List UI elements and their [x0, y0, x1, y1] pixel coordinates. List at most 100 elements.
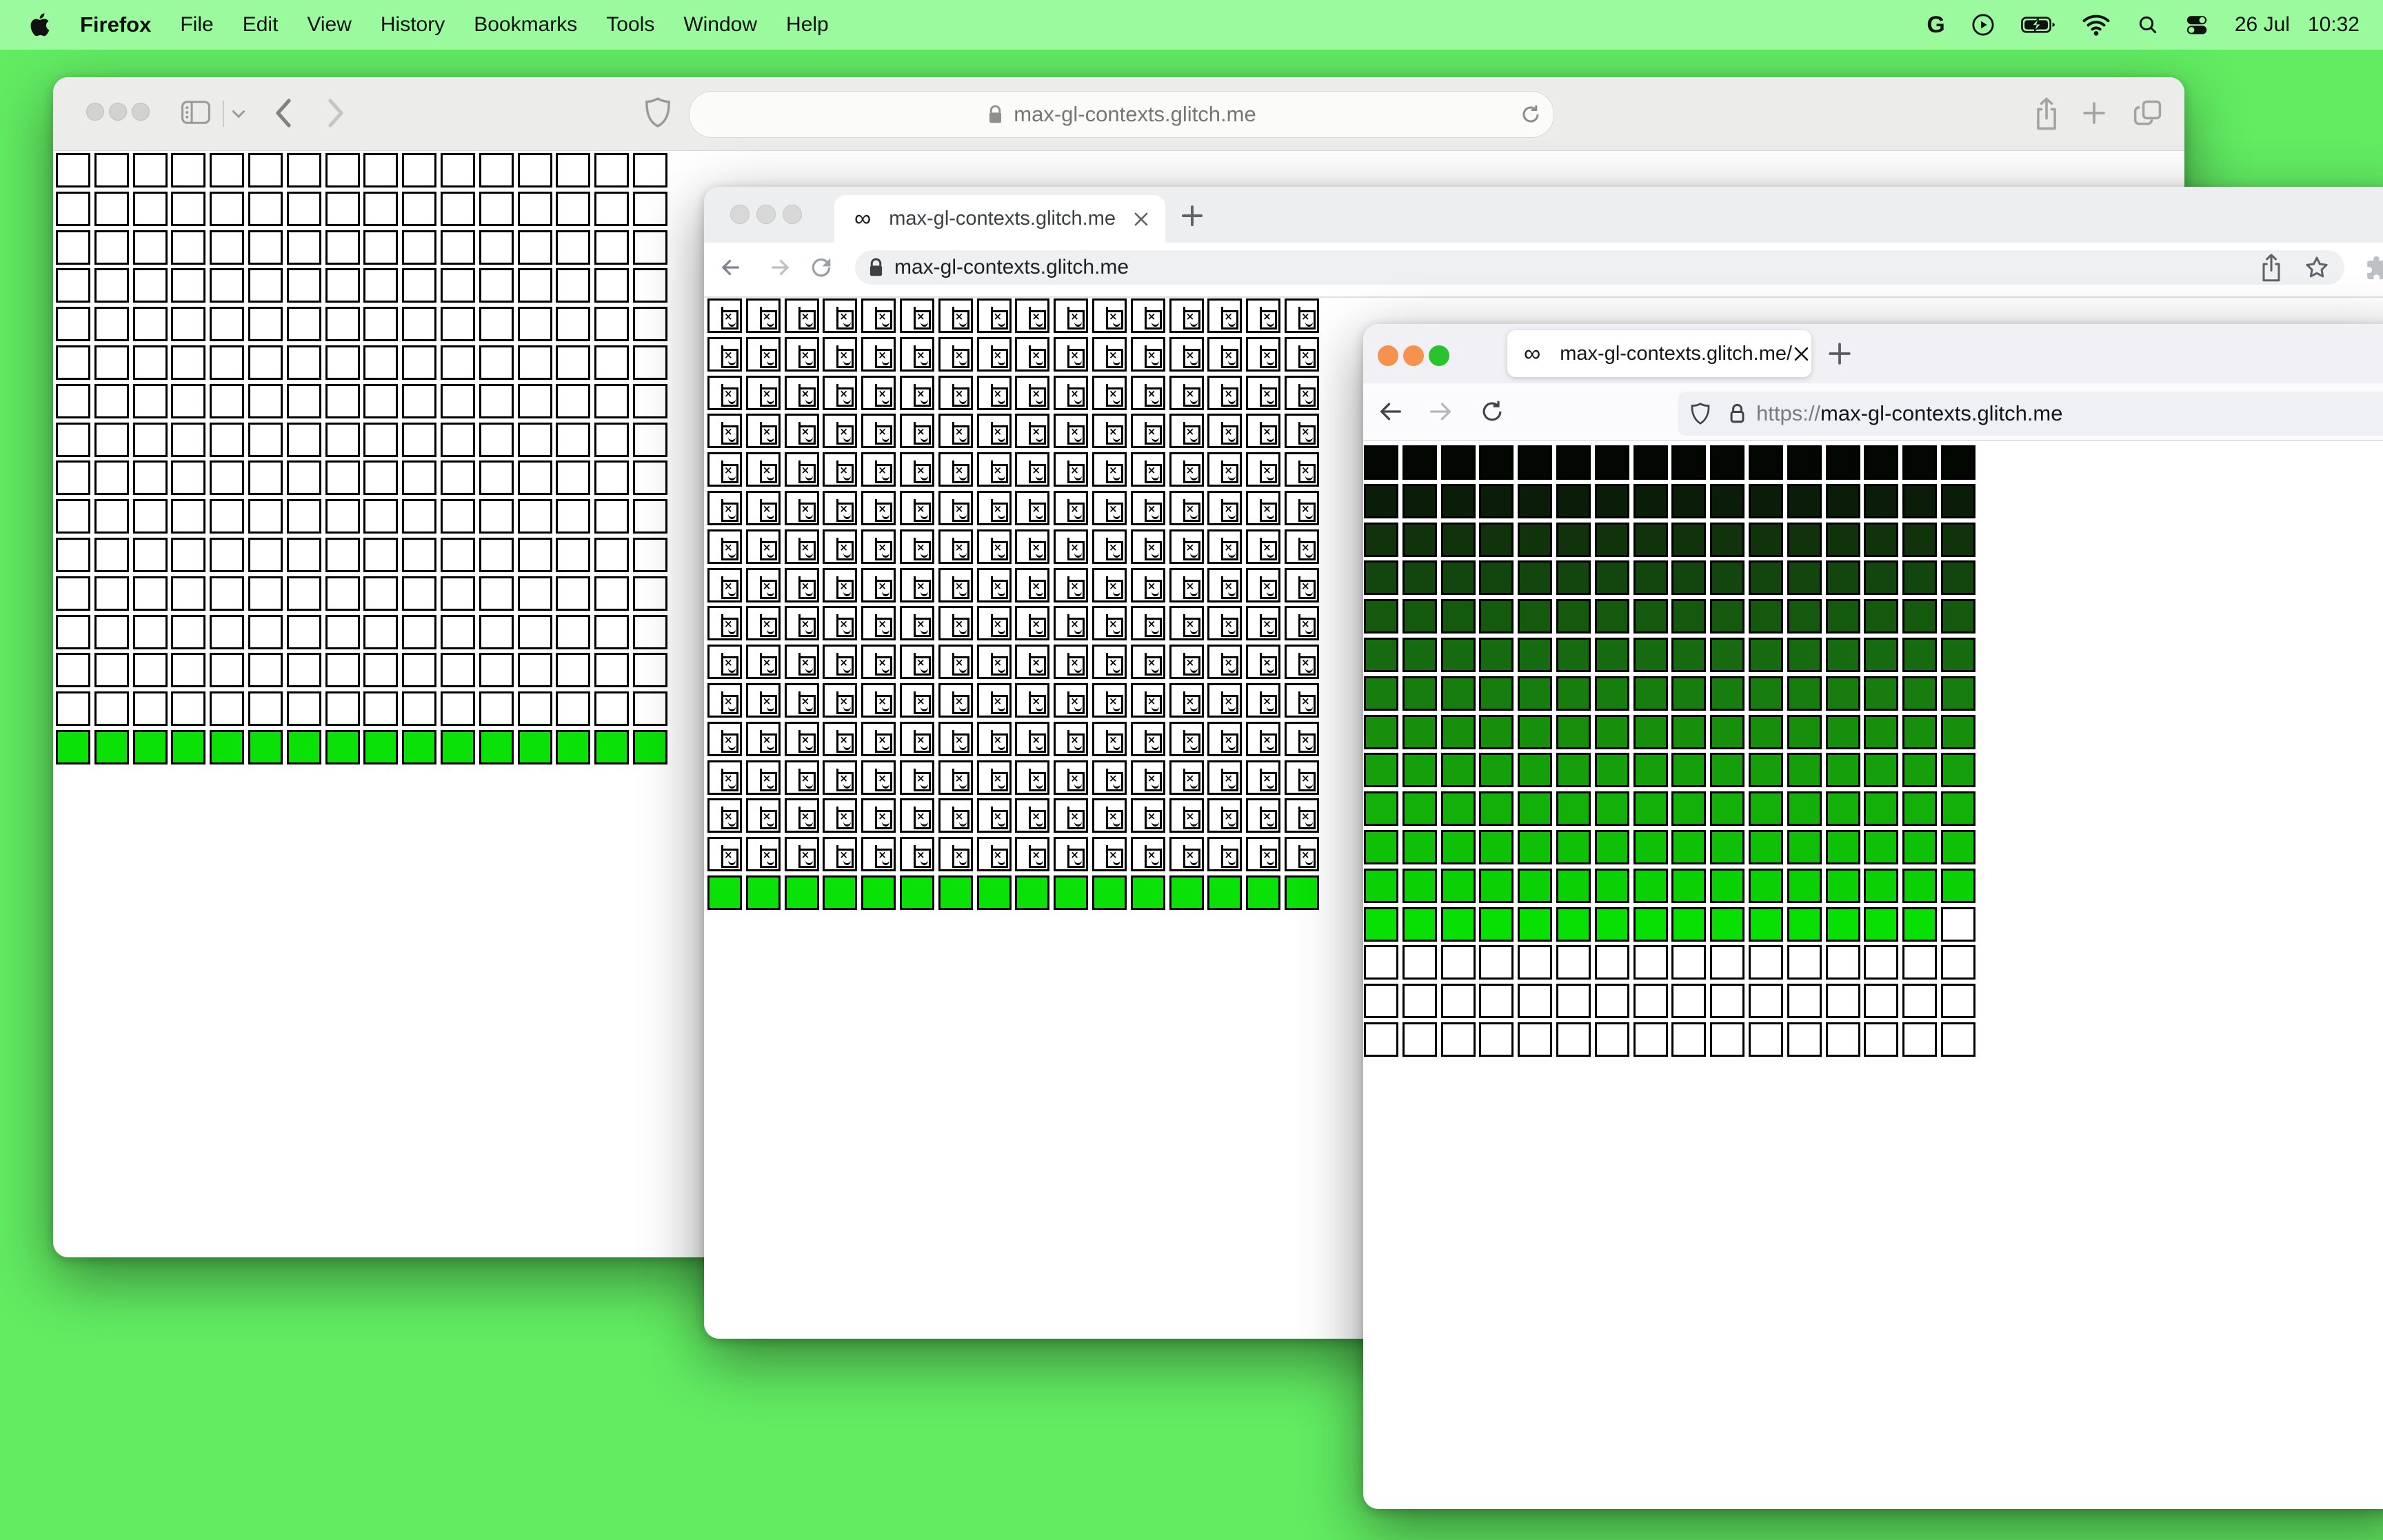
broken-image-icon: ×: [1106, 653, 1123, 676]
canvas-cell: [1518, 984, 1553, 1019]
menu-clock[interactable]: 26 Jul 10:32: [2235, 13, 2360, 37]
canvas-cell: ×: [1169, 529, 1204, 564]
canvas-cell: ×: [938, 375, 973, 410]
chevron-down-icon[interactable]: [231, 109, 246, 119]
menu-item-view[interactable]: View: [307, 13, 351, 37]
canvas-cell: [1902, 984, 1938, 1019]
close-button[interactable]: [730, 205, 750, 224]
reload-icon[interactable]: [1479, 398, 1505, 425]
canvas-cell: ×: [900, 491, 934, 525]
zoom-button[interactable]: [1429, 345, 1449, 366]
tab-overview-icon[interactable]: [2133, 99, 2163, 128]
canvas-cell: [556, 538, 591, 572]
canvas-cell: [1864, 868, 1899, 903]
address-bar[interactable]: max-gl-contexts.glitch.me: [855, 250, 2344, 285]
back-icon[interactable]: [717, 254, 745, 281]
active-app-name[interactable]: Firefox: [80, 12, 151, 37]
minimize-button[interactable]: [109, 103, 127, 121]
back-icon[interactable]: [274, 98, 293, 128]
extensions-puzzle-icon[interactable]: [2364, 254, 2383, 282]
canvas-cell: [1749, 638, 1783, 672]
tab-max-gl-contexts[interactable]: ∞ max-gl-contexts.glitch.me/: [1507, 330, 1811, 377]
canvas-cell: [1440, 906, 1476, 942]
reload-icon[interactable]: [1519, 102, 1542, 127]
menu-item-edit[interactable]: Edit: [243, 13, 279, 37]
play-circle-icon[interactable]: [1971, 13, 1995, 37]
canvas-cell: ×: [861, 567, 896, 602]
broken-image-icon: ×: [990, 422, 1008, 445]
minimize-button[interactable]: [1403, 345, 1424, 366]
menu-item-bookmarks[interactable]: Bookmarks: [474, 13, 577, 37]
canvas-cell: [248, 191, 283, 226]
forward-icon[interactable]: [766, 254, 794, 281]
close-button[interactable]: [1378, 345, 1398, 366]
canvas-cell: [1671, 791, 1707, 827]
canvas-cell: [1440, 445, 1476, 480]
canvas-cell: [1402, 483, 1437, 518]
menu-item-help[interactable]: Help: [786, 13, 829, 37]
address-bar[interactable]: max-gl-contexts.glitch.me: [689, 91, 1554, 138]
canvas-cell: [56, 307, 90, 342]
canvas-cell: ×: [1054, 760, 1089, 795]
canvas-cell: [1825, 791, 1860, 827]
broken-image-icon: ×: [1183, 691, 1200, 714]
canvas-cell: ×: [1207, 606, 1243, 641]
broken-image-icon: ×: [1260, 807, 1278, 830]
canvas-cell: [402, 691, 437, 727]
google-icon[interactable]: G: [1927, 12, 1944, 39]
canvas-cell: ×: [1054, 683, 1089, 718]
canvas-cell: [210, 538, 245, 572]
menu-item-file[interactable]: File: [180, 13, 213, 37]
canvas-cell: [248, 307, 283, 342]
close-button[interactable]: [86, 103, 104, 121]
broken-image-icon: ×: [1183, 383, 1200, 407]
privacy-shield-icon[interactable]: [645, 97, 671, 128]
canvas-cell: [633, 576, 667, 611]
wifi-icon[interactable]: [2082, 13, 2111, 37]
canvas-cell: [633, 691, 667, 727]
broken-image-icon: ×: [1106, 768, 1123, 791]
battery-charging-icon[interactable]: [2021, 14, 2055, 35]
canvas-cell: [479, 730, 514, 764]
canvas-cell: [1941, 483, 1975, 518]
apple-icon[interactable]: [30, 12, 51, 37]
tab-title: max-gl-contexts.glitch.me/: [1560, 342, 1793, 365]
sidebar-icon[interactable]: [181, 99, 211, 125]
new-tab-icon[interactable]: [2081, 100, 2107, 126]
back-icon[interactable]: [1377, 398, 1405, 425]
broken-image-icon: ×: [1298, 614, 1316, 638]
new-tab-icon[interactable]: [1180, 203, 1205, 228]
canvas-cell: [1633, 676, 1668, 711]
close-tab-icon[interactable]: [1132, 210, 1150, 228]
share-icon[interactable]: [2032, 97, 2061, 132]
canvas-cell: ×: [1207, 452, 1243, 487]
menu-item-history[interactable]: History: [381, 13, 445, 37]
minimize-button[interactable]: [756, 205, 776, 224]
zoom-button[interactable]: [132, 103, 150, 121]
close-tab-icon[interactable]: [1792, 345, 1811, 363]
tab-max-gl-contexts[interactable]: ∞ max-gl-contexts.glitch.me: [834, 195, 1165, 243]
broken-image-icon: ×: [721, 653, 738, 676]
canvas-cell: ×: [938, 645, 973, 680]
canvas-cell: [1518, 753, 1553, 788]
reload-icon[interactable]: [807, 254, 835, 281]
broken-image-icon: ×: [759, 345, 777, 368]
control-center-icon[interactable]: [2185, 14, 2209, 36]
menu-item-window[interactable]: Window: [683, 13, 757, 37]
forward-icon[interactable]: [1427, 398, 1454, 425]
canvas-cell: [286, 653, 321, 688]
broken-image-icon: ×: [875, 768, 893, 791]
search-icon[interactable]: [2137, 14, 2159, 36]
menu-item-tools[interactable]: Tools: [606, 13, 654, 37]
forward-icon[interactable]: [326, 98, 345, 128]
canvas-cell: [594, 230, 630, 265]
address-bar[interactable]: https:// max-gl-contexts.glitch.me: [1678, 392, 2383, 436]
canvas-cell: [171, 538, 206, 572]
canvas-cell: [1556, 638, 1591, 672]
new-tab-icon[interactable]: [1827, 341, 1853, 367]
broken-image-icon: ×: [1029, 383, 1047, 407]
canvas-cell: [171, 691, 206, 727]
share-icon[interactable]: [2258, 253, 2285, 283]
zoom-button[interactable]: [783, 205, 802, 224]
bookmark-star-icon[interactable]: [2303, 254, 2331, 281]
